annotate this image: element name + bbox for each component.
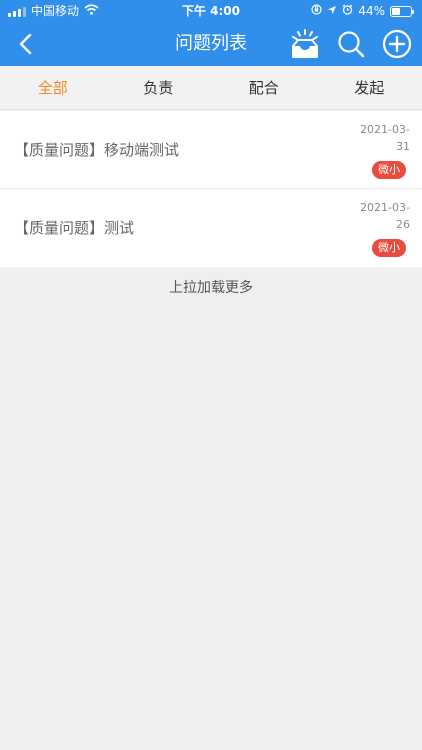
status-bar: 中国移动 下午 4:00 44%: [0, 0, 422, 22]
alarm-icon: [342, 0, 353, 22]
search-icon: [338, 31, 365, 58]
tab-responsible[interactable]: 负责: [106, 66, 212, 109]
list-item[interactable]: 【质量问题】移动端测试 2021-03-31 微小: [0, 111, 422, 189]
load-more-hint[interactable]: 上拉加载更多: [0, 268, 422, 308]
list-item[interactable]: 【质量问题】测试 2021-03-26 微小: [0, 189, 422, 267]
add-button[interactable]: [380, 27, 414, 61]
tab-all[interactable]: 全部: [0, 66, 106, 109]
issue-title: 【质量问题】测试: [14, 219, 135, 237]
inbox-button[interactable]: [288, 27, 322, 61]
nav-bar: 问题列表: [0, 22, 422, 66]
orientation-lock-icon: [311, 0, 322, 22]
tab-cooperate[interactable]: 配合: [211, 66, 317, 109]
issue-list: 【质量问题】移动端测试 2021-03-31 微小 【质量问题】测试 2021-…: [0, 111, 422, 267]
issue-date: 2021-03-26: [360, 201, 410, 231]
status-right: 44%: [311, 0, 414, 22]
location-icon: [327, 0, 337, 22]
filter-tabs: 全部 负责 配合 发起: [0, 66, 422, 110]
battery-icon: [390, 5, 414, 17]
search-button[interactable]: [334, 27, 368, 61]
severity-badge: 微小: [372, 239, 406, 257]
issue-title: 【质量问题】移动端测试: [14, 141, 180, 159]
severity-badge: 微小: [372, 161, 406, 179]
inbox-icon: [292, 29, 318, 58]
header: 中国移动 下午 4:00 44% 问题列表: [0, 0, 422, 66]
tab-initiated[interactable]: 发起: [317, 66, 422, 109]
add-circle-icon: [382, 29, 412, 59]
issue-date: 2021-03-31: [360, 123, 410, 153]
battery-percent: 44%: [358, 4, 385, 18]
nav-actions: [288, 27, 414, 61]
